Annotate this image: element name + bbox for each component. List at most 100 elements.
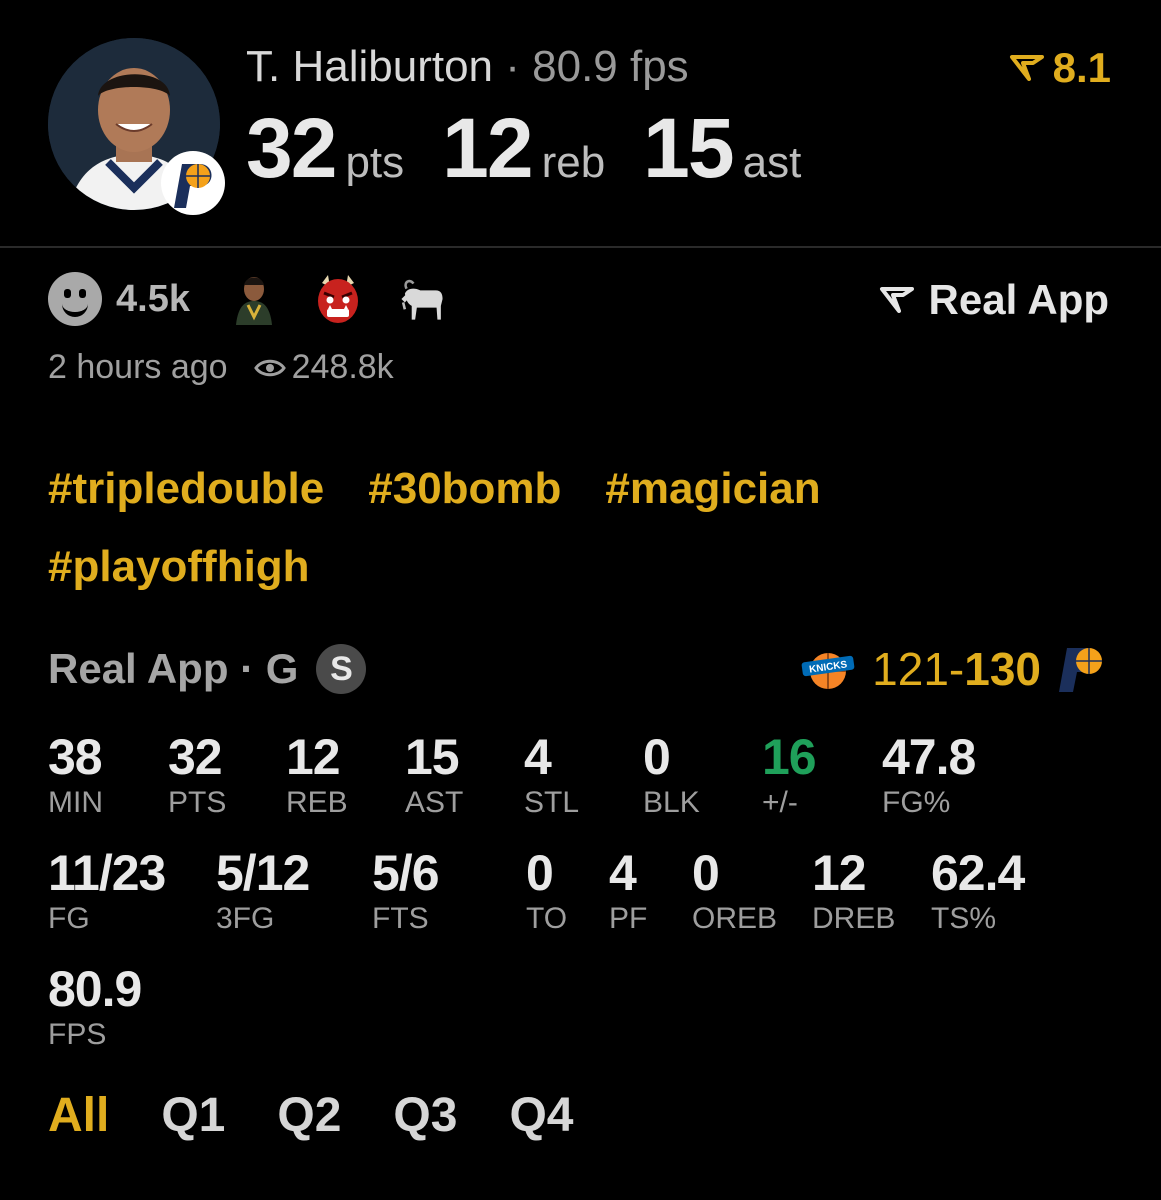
real-logo-icon [1009, 55, 1044, 81]
stat-label: REB [286, 786, 348, 819]
pacers-logo-icon [1059, 648, 1102, 692]
stat-value: 15 [405, 729, 460, 785]
player-title: T. Haliburton · 80.9 fps [246, 42, 689, 92]
view-count: 248.8k [253, 348, 394, 387]
stat-label: 3FG [216, 902, 275, 935]
stat-value: 32 [168, 729, 223, 785]
stat-fg: 11/23 FG [48, 845, 166, 936]
stat-to: 0 TO [526, 846, 567, 936]
stat-value: 5/6 [372, 845, 440, 901]
stat-value: 4 [609, 845, 637, 901]
knicks-logo-icon: KNICKS [801, 653, 855, 689]
rating-value: 8.1 [1052, 44, 1111, 91]
stat-ast: 15 AST [405, 730, 463, 820]
stat-ts-pct: 62.4 TS% [931, 845, 1025, 936]
stat-value: 4 [524, 729, 552, 785]
rating[interactable]: 8.1 [1009, 44, 1111, 92]
headline-pts-value: 32 [246, 101, 337, 195]
pacers-logo-icon [160, 150, 226, 216]
headline-reb-value: 12 [442, 101, 533, 195]
reactions-row: 4.5k [48, 272, 482, 326]
title-separator: · [493, 42, 533, 91]
stat-value: 47.8 [882, 729, 976, 785]
stat-stl: 4 STL [524, 730, 579, 820]
hashtag[interactable]: #30bomb [368, 450, 561, 528]
stat-label: OREB [692, 902, 778, 935]
stat-label: AST [405, 786, 464, 819]
post-meta: 2 hours ago 248.8k [48, 348, 394, 387]
stat-value: 38 [48, 729, 103, 785]
box-separator: · [228, 645, 266, 692]
real-logo-icon [879, 287, 914, 313]
stat-label: FPS [48, 1018, 107, 1051]
stat-reb: 12 REB [286, 730, 348, 820]
headline-pts-unit: pts [345, 138, 405, 187]
hashtag[interactable]: #tripledouble [48, 450, 324, 528]
away-score: 121 [872, 643, 949, 695]
stat-label: DREB [812, 902, 896, 935]
smiley-icon[interactable] [48, 272, 102, 326]
tab-q2[interactable]: Q2 [277, 1088, 341, 1143]
stat-value: 0 [643, 729, 671, 785]
stat-value: 0 [526, 845, 554, 901]
stat-dreb: 12 DREB [812, 846, 895, 936]
headline-ast-unit: ast [742, 138, 802, 187]
hashtag[interactable]: #magician [605, 450, 820, 528]
player-emoji-icon[interactable] [230, 273, 278, 325]
tab-q3[interactable]: Q3 [393, 1088, 457, 1143]
tab-q1[interactable]: Q1 [161, 1088, 225, 1143]
stat-fts: 5/6 FTS [372, 845, 440, 936]
tab-all[interactable]: All [48, 1088, 109, 1143]
stat-label: PF [609, 902, 648, 935]
stat-value: 12 [286, 729, 341, 785]
stat-value: 5/12 [216, 845, 310, 901]
stat-blk: 0 BLK [643, 730, 700, 820]
stat-plus-minus: 16 +/- [762, 729, 817, 820]
stat-value: 12 [812, 845, 867, 901]
stat-fps: 80.9 FPS [48, 961, 142, 1052]
stat-label: FG% [882, 786, 951, 819]
real-app-link[interactable]: Real App [879, 276, 1109, 324]
header-divider [0, 246, 1161, 248]
box-source: Real App [48, 645, 229, 692]
home-score: 130 [964, 643, 1041, 695]
player-name[interactable]: T. Haliburton [246, 42, 493, 91]
stat-label: +/- [762, 786, 798, 819]
fps-text: 80.9 fps [532, 42, 689, 91]
stat-label: BLK [643, 786, 700, 819]
stat-value: 16 [762, 729, 817, 785]
stat-label: FTS [372, 902, 429, 935]
stat-label: TS% [931, 902, 997, 935]
eye-icon [253, 359, 286, 376]
view-count-value: 248.8k [291, 348, 394, 386]
stat-label: STL [524, 786, 580, 819]
headline-stats: 32 pts 12 reb 15 ast [246, 100, 839, 197]
stat-label: TO [526, 902, 568, 935]
stat-label: MIN [48, 786, 103, 819]
game-score[interactable]: KNICKS 121-130 [800, 642, 1111, 696]
goat-icon[interactable] [398, 273, 446, 325]
oni-mask-icon[interactable] [314, 273, 362, 325]
period-tabs: All Q1 Q2 Q3 Q4 [48, 1088, 573, 1143]
stat-value: 62.4 [931, 845, 1025, 901]
hashtag-list: #tripledouble #30bomb #magician #playoffhig… [48, 450, 1128, 606]
timestamp: 2 hours ago [48, 348, 228, 386]
stat-pts: 32 PTS [168, 730, 226, 820]
stat-pf: 4 PF [609, 846, 647, 936]
reaction-count[interactable]: 4.5k [116, 278, 190, 321]
stat-oreb: 0 OREB [692, 846, 777, 936]
stat-value: 80.9 [48, 961, 142, 1017]
stat-label: FG [48, 902, 90, 935]
box-score-header: Real App · G S [48, 644, 367, 694]
hashtag[interactable]: #playoffhigh [48, 528, 310, 606]
starter-badge: S [316, 644, 367, 694]
tab-q4[interactable]: Q4 [509, 1088, 573, 1143]
stat-label: PTS [168, 786, 227, 819]
headline-ast-value: 15 [643, 101, 734, 195]
stat-value: 11/23 [48, 845, 166, 901]
real-app-label: Real App [928, 276, 1109, 323]
stat-min: 38 MIN [48, 730, 103, 820]
stat-value: 0 [692, 845, 720, 901]
headline-reb-unit: reb [541, 138, 606, 187]
stat-fg-pct: 47.8 FG% [882, 729, 976, 820]
